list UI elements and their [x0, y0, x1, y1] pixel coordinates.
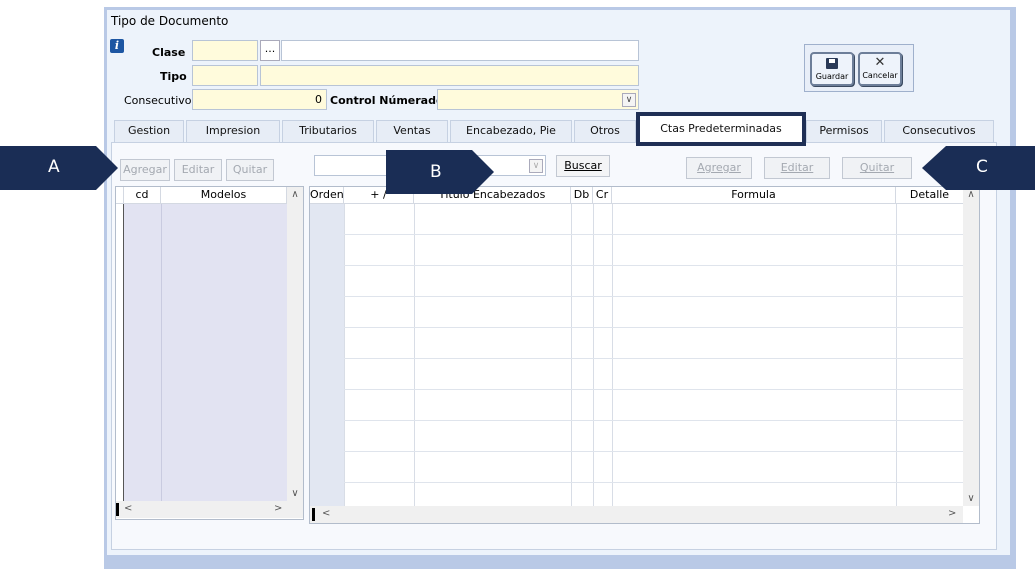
cancel-button[interactable]: ✕ Cancelar: [858, 52, 902, 86]
column-divider: [161, 204, 162, 501]
control-numerador-select[interactable]: ∨: [437, 89, 639, 110]
tipo-description-field[interactable]: [260, 65, 639, 86]
tab-tributarios[interactable]: Tributarios: [282, 120, 374, 142]
row-divider: [344, 451, 963, 452]
tab-gestion[interactable]: Gestion: [114, 120, 184, 142]
right-edit-button[interactable]: Editar: [764, 157, 830, 179]
floppy-icon: [826, 58, 838, 69]
column-divider: [344, 204, 345, 506]
clase-description-field[interactable]: [281, 40, 639, 61]
left-add-button[interactable]: Agregar: [120, 159, 170, 181]
column-divider: [612, 204, 613, 506]
tipo-label: Tipo: [160, 70, 187, 83]
consecutivo-value: 0: [315, 93, 322, 106]
scroll-down-icon[interactable]: ∨: [963, 493, 979, 504]
column-cr[interactable]: Cr: [593, 187, 612, 203]
left-remove-button[interactable]: Quitar: [226, 159, 274, 181]
column-db[interactable]: Db: [571, 187, 593, 203]
row-divider: [344, 327, 963, 328]
modelos-grid[interactable]: cd Modelos ∧ ∨ < >: [115, 186, 304, 520]
chevron-down-icon[interactable]: ∨: [622, 93, 636, 107]
scroll-right-icon[interactable]: >: [274, 503, 282, 514]
left-edit-button[interactable]: Editar: [174, 159, 222, 181]
save-label: Guardar: [815, 72, 849, 81]
consecutivo-input[interactable]: 0: [192, 89, 327, 110]
column-formula[interactable]: Formula: [612, 187, 896, 203]
tab-impresion[interactable]: Impresion: [186, 120, 280, 142]
row-divider: [344, 265, 963, 266]
clase-input[interactable]: [192, 40, 258, 61]
tab-ctas-predeterminadas[interactable]: Ctas Predeterminadas: [636, 112, 806, 146]
orden-column-body: [310, 204, 344, 506]
scroll-left-icon[interactable]: <: [124, 503, 132, 514]
tab-consecutivos[interactable]: Consecutivos: [884, 120, 994, 142]
modelos-grid-body: [124, 204, 287, 501]
row-divider: [344, 420, 963, 421]
marker-b-label: B: [430, 162, 442, 182]
save-button[interactable]: Guardar: [810, 52, 854, 86]
column-cd[interactable]: cd: [124, 187, 161, 203]
ctas-grid[interactable]: Orden + / Título Encabezados Db Cr Formu…: [309, 186, 980, 524]
column-modelos[interactable]: Modelos: [161, 187, 287, 203]
consecutivo-label: Consecutivo: [124, 94, 192, 107]
row-divider: [344, 358, 963, 359]
column-divider: [414, 204, 415, 506]
scroll-left-icon[interactable]: <: [322, 508, 330, 519]
marker-a-label: A: [48, 157, 60, 177]
tipo-input[interactable]: [192, 65, 258, 86]
column-divider: [571, 204, 572, 506]
scroll-right-icon[interactable]: >: [948, 508, 956, 519]
column-divider: [593, 204, 594, 506]
scroll-up-icon[interactable]: ∧: [287, 189, 303, 200]
column-orden[interactable]: Orden: [310, 187, 344, 203]
row-divider: [344, 296, 963, 297]
search-button[interactable]: Buscar: [556, 155, 610, 177]
right-remove-button[interactable]: Quitar: [842, 157, 912, 179]
ctas-horizontal-scrollbar[interactable]: < >: [310, 506, 963, 523]
close-icon: ✕: [874, 55, 886, 70]
modelos-grid-header: cd Modelos: [116, 187, 287, 204]
tab-otros[interactable]: Otros: [574, 120, 636, 142]
chevron-down-icon[interactable]: ∨: [529, 159, 543, 173]
tab-ventas[interactable]: Ventas: [376, 120, 448, 142]
info-icon[interactable]: i: [110, 39, 124, 53]
row-selector-column: [116, 204, 124, 501]
row-divider: [344, 234, 963, 235]
marker-c-label: C: [976, 157, 988, 177]
clase-lookup-button[interactable]: ...: [260, 40, 280, 61]
window-title: Tipo de Documento: [111, 14, 229, 28]
search-label: Buscar: [564, 159, 602, 172]
scroll-thumb[interactable]: [312, 508, 315, 521]
tab-encabezado-pie[interactable]: Encabezado, Pie: [450, 120, 572, 142]
scroll-thumb[interactable]: [116, 503, 119, 516]
modelos-horizontal-scrollbar[interactable]: < >: [116, 501, 303, 518]
marker-a: [0, 146, 118, 190]
cancel-label: Cancelar: [862, 71, 898, 80]
row-divider: [344, 482, 963, 483]
clase-label: Clase: [152, 46, 186, 59]
row-divider: [344, 389, 963, 390]
tab-permisos[interactable]: Permisos: [806, 120, 882, 142]
column-divider: [896, 204, 897, 506]
right-add-button[interactable]: Agregar: [686, 157, 752, 179]
scroll-up-icon[interactable]: ∧: [963, 189, 979, 200]
scroll-down-icon[interactable]: ∨: [287, 488, 303, 499]
ctas-vertical-scrollbar[interactable]: ∧ ∨: [963, 187, 979, 506]
modelos-vertical-scrollbar[interactable]: ∧ ∨: [287, 187, 303, 501]
